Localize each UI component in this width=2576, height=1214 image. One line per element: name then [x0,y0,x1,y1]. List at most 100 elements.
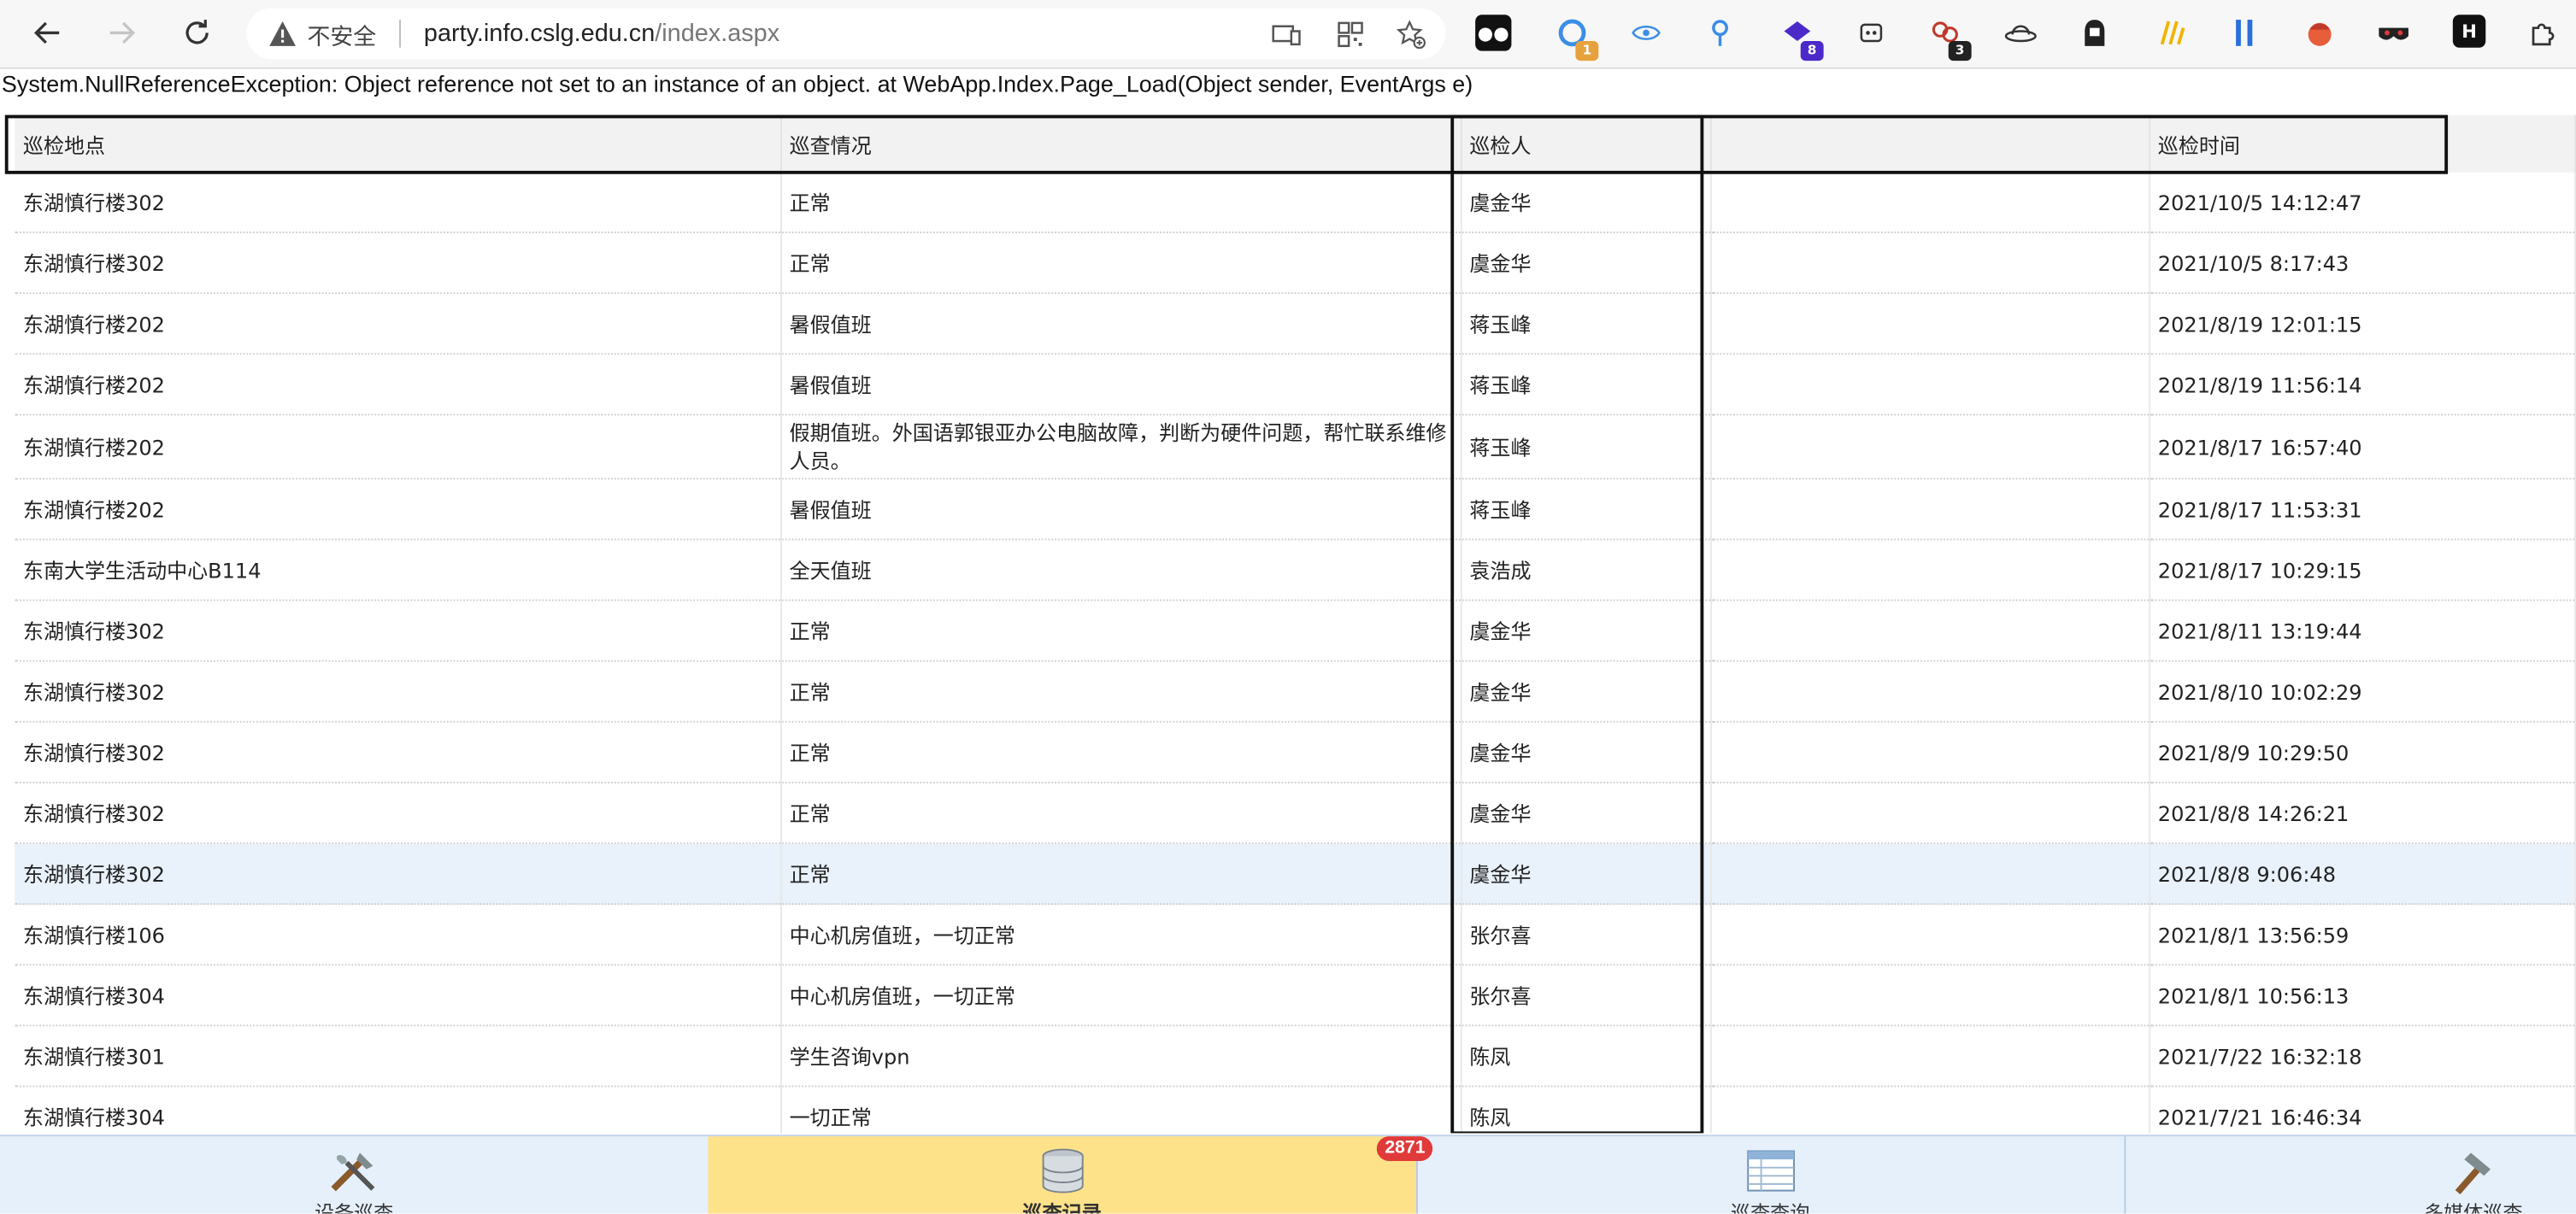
cell-blank [1710,965,2150,1026]
add-favorite-icon[interactable] [1393,16,1429,52]
extension-pin-icon[interactable] [1702,15,1738,50]
extension-link-icon[interactable]: 3 [1927,15,1972,62]
app-available-icon[interactable] [1268,16,1304,52]
tab-inspection-records[interactable]: 巡查记录 [708,1136,1418,1214]
cell-inspector: 张尔喜 [1460,904,1711,965]
table-row[interactable]: 东湖慎行楼202 暑假值班 蒋玉峰 2021/8/19 11:56:14 [15,354,2576,415]
cell-status: 暑假值班 [780,478,1461,540]
extension-refresh-icon[interactable]: 1 [1554,15,1599,62]
forward-button[interactable] [97,9,146,58]
cell-inspector: 虞金华 [1460,600,1711,661]
cell-status: 正常 [780,600,1461,661]
cell-inspector: 蒋玉峰 [1460,414,1711,479]
cell-status: 全天值班 [780,539,1461,601]
header-location[interactable]: 巡检地点 [15,114,782,173]
cell-time: 2021/8/11 13:19:44 [2149,600,2576,661]
cell-blank [1710,600,2150,661]
table-row[interactable]: 东湖慎行楼304 中心机房值班，一切正常 张尔喜 2021/8/1 10:56:13 [15,965,2576,1026]
table-row[interactable]: 东湖慎行楼301 学生咨询vpn 陈凤 2021/7/22 16:32:18 [15,1025,2576,1087]
cell-status: 学生咨询vpn [780,1025,1461,1087]
browser-toolbar: 不安全 party.info.cslg.edu.cn/index.aspx ●●… [0,0,2576,69]
table-row[interactable]: 东湖慎行楼302 正常 虞金华 2021/8/10 10:02:29 [15,660,2576,722]
back-arrow-icon [33,21,60,44]
inspection-table: 巡检地点 巡查情况 巡检人 巡检时间 东湖慎行楼302 正常 虞金华 2021/10/… [0,114,2576,1134]
cell-inspector: 蒋玉峰 [1460,354,1711,415]
table-row[interactable]: 东南大学生活动中心B114 全天值班 袁浩成 2021/8/17 10:29:15 [15,539,2576,601]
cell-inspector: 蒋玉峰 [1460,478,1711,540]
cell-location: 东湖慎行楼304 [15,965,782,1026]
tab-device-inspection[interactable]: 设备巡查 [0,1136,710,1214]
cell-inspector: 虞金华 [1460,232,1711,294]
address-bar[interactable]: 不安全 party.info.cslg.edu.cn/index.aspx [246,8,1446,60]
cell-blank [1710,660,2150,722]
extension-ufo-icon[interactable] [2003,15,2038,50]
cell-location: 东湖慎行楼302 [15,721,782,783]
table-row[interactable]: 东湖慎行楼202 假期值班。外国语郭银亚办公电脑故障，判断为硬件问题，帮忙联系维修… [15,414,2576,479]
table-row[interactable]: 东湖慎行楼106 中心机房值班，一切正常 张尔喜 2021/8/1 13:56:59 [15,904,2576,965]
cell-blank [1710,782,2150,844]
cell-location: 东湖慎行楼302 [15,172,782,232]
back-button[interactable] [23,9,73,58]
extension-bars-icon[interactable] [2226,15,2262,50]
cell-blank [1710,478,2150,540]
cell-time: 2021/10/5 8:17:43 [2149,232,2576,294]
cell-time: 2021/8/17 11:53:31 [2149,478,2576,540]
cell-time: 2021/8/8 9:06:48 [2149,843,2576,905]
extension-h-icon[interactable]: H [2452,15,2486,48]
cell-inspector: 虞金华 [1460,843,1711,905]
cell-time: 2021/8/1 13:56:59 [2149,904,2576,965]
extension-mask-icon[interactable] [2376,15,2412,50]
cell-status: 中心机房值班，一切正常 [780,904,1461,965]
cell-location: 东湖慎行楼202 [15,414,782,479]
table-row[interactable]: 东湖慎行楼302 正常 虞金华 2021/10/5 8:17:43 [15,232,2576,294]
cell-status: 中心机房值班，一切正常 [780,965,1461,1026]
cell-inspector: 陈凤 [1460,1086,1711,1134]
extension-stripes-icon[interactable] [2152,15,2188,50]
cell-time: 2021/8/17 10:29:15 [2149,539,2576,601]
extensions-puzzle-icon[interactable] [2525,15,2561,50]
url-text: party.info.cslg.edu.cn/index.aspx [423,20,780,48]
cell-status: 暑假值班 [780,354,1461,415]
cell-status: 正常 [780,843,1461,905]
table-row[interactable]: 东湖慎行楼302 正常 虞金华 2021/8/8 9:06:48 [15,843,2576,905]
cell-time: 2021/7/22 16:32:18 [2149,1025,2576,1087]
cell-status: 暑假值班 [780,293,1461,355]
header-time[interactable]: 巡检时间 [2149,114,2576,173]
cell-time: 2021/8/17 16:57:40 [2149,414,2576,479]
cell-inspector: 陈凤 [1460,1025,1711,1087]
table-row[interactable]: 东湖慎行楼302 正常 虞金华 2021/10/5 14:12:47 [15,172,2576,232]
header-inspector[interactable]: 巡检人 [1460,114,1711,173]
cell-status: 正常 [780,660,1461,722]
extension-eye-icon[interactable] [1628,15,1664,50]
cell-time: 2021/8/19 12:01:15 [2149,293,2576,355]
cell-location: 东湖慎行楼302 [15,600,782,661]
table-row[interactable]: 东湖慎行楼304 一切正常 陈凤 2021/7/21 16:46:34 [15,1086,2576,1134]
table-row[interactable]: 东湖慎行楼202 暑假值班 蒋玉峰 2021/8/17 11:53:31 [15,478,2576,540]
reload-button[interactable] [173,9,222,58]
extension-hacker-icon[interactable] [2077,15,2113,50]
tab-inspection-query[interactable]: 巡查查询 [1416,1136,2126,1214]
extension-santa-icon[interactable] [2302,15,2338,50]
tab-multimedia-inspection[interactable]: 多媒体巡查 [2124,1136,2576,1214]
cell-time: 2021/7/21 16:46:34 [2149,1086,2576,1134]
table-row[interactable]: 东湖慎行楼202 暑假值班 蒋玉峰 2021/8/19 12:01:15 [15,293,2576,355]
header-status[interactable]: 巡查情况 [780,114,1461,173]
cell-location: 东湖慎行楼302 [15,843,782,905]
cell-time: 2021/8/19 11:56:14 [2149,354,2576,415]
cell-location: 东湖慎行楼301 [15,1025,782,1087]
cell-blank [1710,1086,2150,1134]
cell-blank [1710,293,2150,355]
cell-location: 东湖慎行楼302 [15,660,782,722]
table-row[interactable]: 东湖慎行楼302 正常 虞金华 2021/8/11 13:19:44 [15,600,2576,661]
bottom-tab-bar: 设备巡查 巡查记录 巡查查询 多媒体巡查 [0,1135,2576,1214]
extension-purple-icon[interactable]: 8 [1779,15,1824,62]
extension-robot-icon[interactable] [1853,15,1889,50]
cell-status: 一切正常 [780,1086,1461,1134]
extension-eyes-icon[interactable]: ●● [1475,15,1512,51]
warning-icon [269,21,296,46]
cell-status: 正常 [780,172,1461,232]
table-row[interactable]: 东湖慎行楼302 正常 虞金华 2021/8/8 14:26:21 [15,782,2576,844]
table-row[interactable]: 东湖慎行楼302 正常 虞金华 2021/8/9 10:29:50 [15,721,2576,783]
cell-blank [1710,539,2150,601]
qr-code-icon[interactable] [1332,16,1368,52]
